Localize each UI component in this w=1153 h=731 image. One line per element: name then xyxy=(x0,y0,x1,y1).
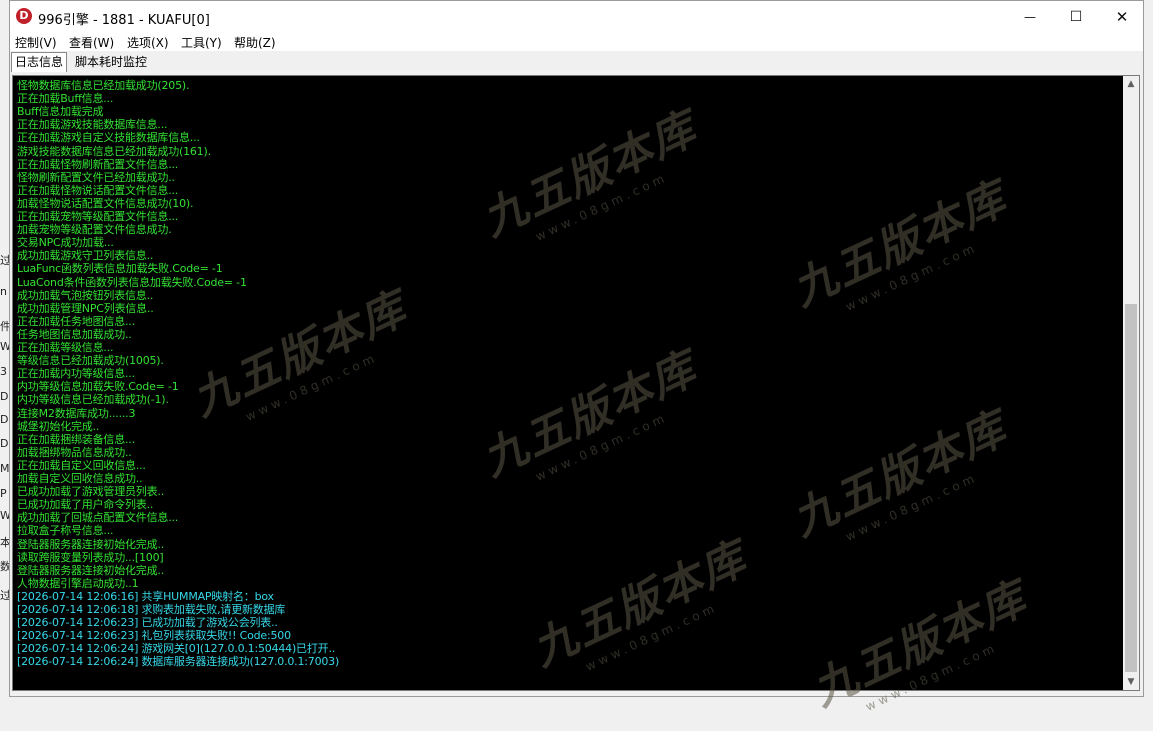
close-icon: ✕ xyxy=(1115,7,1129,26)
app-logo-icon: D xyxy=(16,8,32,24)
menu-help[interactable]: 帮助(Z) xyxy=(234,34,276,51)
log-line: [2026-07-14 12:06:23] 礼包列表获取失败!! Code:50… xyxy=(17,629,291,643)
menu-view[interactable]: 查看(W) xyxy=(69,34,114,51)
log-line: 怪物数据库信息已经加载成功(205). xyxy=(17,79,190,92)
title-bar[interactable]: D 996引擎 - 1881 - KUAFU[0] — ☐ ✕ xyxy=(10,1,1143,32)
log-line: 拉取盒子称号信息... xyxy=(17,524,114,538)
log-line: 交易NPC成功加载... xyxy=(17,236,114,250)
log-line: 城堡初始化完成.. xyxy=(17,419,100,433)
log-line: 已成功加载了游戏管理员列表.. xyxy=(17,485,164,499)
log-line: 读取跨服变量列表成功...[100] xyxy=(17,550,164,564)
maximize-icon: ☐ xyxy=(1069,8,1083,25)
log-line: 成功加载游戏守卫列表信息.. xyxy=(17,249,154,263)
log-line: 正在加载等级信息... xyxy=(17,341,114,354)
minimize-icon: — xyxy=(1024,9,1036,24)
app-window: D 996引擎 - 1881 - KUAFU[0] — ☐ ✕ 控制(V) 查看… xyxy=(9,0,1144,697)
log-line: 内功等级信息加载失败.Code= -1 xyxy=(17,380,179,394)
log-scrollbar[interactable]: ▲ ▼ xyxy=(1123,76,1139,690)
log-line: [2026-07-14 12:06:18] 求购表加载失败,请更新数据库 xyxy=(17,603,286,616)
close-button[interactable]: ✕ xyxy=(1099,1,1145,32)
scroll-down-icon[interactable]: ▼ xyxy=(1123,674,1139,690)
log-line: 加载宠物等级配置文件信息成功. xyxy=(17,223,172,237)
scroll-up-icon[interactable]: ▲ xyxy=(1123,76,1139,92)
log-output[interactable]: 怪物数据库信息已经加载成功(205). 正在加载Buff信息... Buff信息加载… xyxy=(13,76,1123,690)
tab-script-timing-monitor[interactable]: 脚本耗时监控 xyxy=(72,54,150,71)
minimize-button[interactable]: — xyxy=(1007,1,1053,32)
window-title: 996引擎 - 1881 - KUAFU[0] xyxy=(38,13,210,28)
log-line: 正在加载怪物说话配置文件信息... xyxy=(17,183,179,197)
scroll-thumb[interactable] xyxy=(1125,304,1137,672)
log-line: 成功加载气泡按钮列表信息.. xyxy=(17,288,154,302)
log-line: 已成功加载了用户命令列表.. xyxy=(17,498,154,512)
log-line: [2026-07-14 12:06:24] 游戏网关[0](127.0.0.1:… xyxy=(17,642,336,656)
log-line: 加载自定义回收信息成功.. xyxy=(17,472,143,485)
log-line: 等级信息已经加载成功(1005). xyxy=(17,354,164,368)
log-line: 正在加载游戏技能数据库信息... xyxy=(17,118,168,132)
log-line: 内功等级信息已经加载成功(-1). xyxy=(17,393,169,407)
log-line: [2026-07-14 12:06:23] 已成功加载了游戏公会列表.. xyxy=(17,616,278,630)
log-line: 登陆器服务器连接初始化完成.. xyxy=(17,537,164,551)
log-line: [2026-07-14 12:06:16] 共享HUMMAP映射名：box xyxy=(17,589,274,603)
maximize-button[interactable]: ☐ xyxy=(1053,1,1099,32)
log-line: 任务地图信息加载成功.. xyxy=(17,327,132,341)
log-line: 正在加载怪物刷新配置文件信息... xyxy=(17,157,179,171)
log-line: 正在加载宠物等级配置文件信息... xyxy=(17,210,179,223)
log-line: 正在加载Buff信息... xyxy=(17,92,114,106)
log-line: 登陆器服务器连接初始化完成.. xyxy=(17,563,164,577)
log-line: 游戏技能数据库信息已经加载成功(161). xyxy=(17,144,211,158)
log-line: 正在加载捆绑装备信息... xyxy=(17,432,135,446)
log-line: LuaCond条件函数列表信息加载失败.Code= -1 xyxy=(17,275,247,289)
log-line: 怪物刷新配置文件已经加载成功.. xyxy=(17,170,175,184)
log-line: 人物数据引擎启动成功..1 xyxy=(17,576,139,590)
menu-tools[interactable]: 工具(Y) xyxy=(181,34,222,51)
menu-control[interactable]: 控制(V) xyxy=(15,34,57,51)
log-line: 正在加载游戏自定义技能数据库信息... xyxy=(17,131,200,145)
log-line: 加载怪物说话配置文件信息成功(10). xyxy=(17,196,194,210)
log-line: [2026-07-14 12:06:24] 数据库服务器连接成功(127.0.0… xyxy=(17,655,340,669)
log-panel: 怪物数据库信息已经加载成功(205). 正在加载Buff信息... Buff信息加载… xyxy=(12,75,1140,691)
log-line: Buff信息加载完成 xyxy=(17,105,104,119)
tab-log-info[interactable]: 日志信息 xyxy=(11,52,68,72)
menu-bar: 控制(V) 查看(W) 选项(X) 工具(Y) 帮助(Z) xyxy=(10,32,1143,51)
log-line: 正在加载任务地图信息... xyxy=(17,314,135,328)
log-line: 成功加载了回城点配置文件信息... xyxy=(17,511,179,525)
menu-options[interactable]: 选项(X) xyxy=(127,34,169,51)
log-line: 成功加载管理NPC列表信息.. xyxy=(17,301,154,315)
log-line: LuaFunc函数列表信息加载失败.Code= -1 xyxy=(17,262,223,276)
log-line: 正在加载自定义回收信息... xyxy=(17,458,146,472)
tab-strip: 日志信息 脚本耗时监控 xyxy=(10,52,1143,72)
log-line: 正在加载内功等级信息... xyxy=(17,367,135,381)
log-line: 加载捆绑物品信息成功.. xyxy=(17,445,132,459)
log-line: 连接M2数据库成功......3 xyxy=(17,406,136,420)
